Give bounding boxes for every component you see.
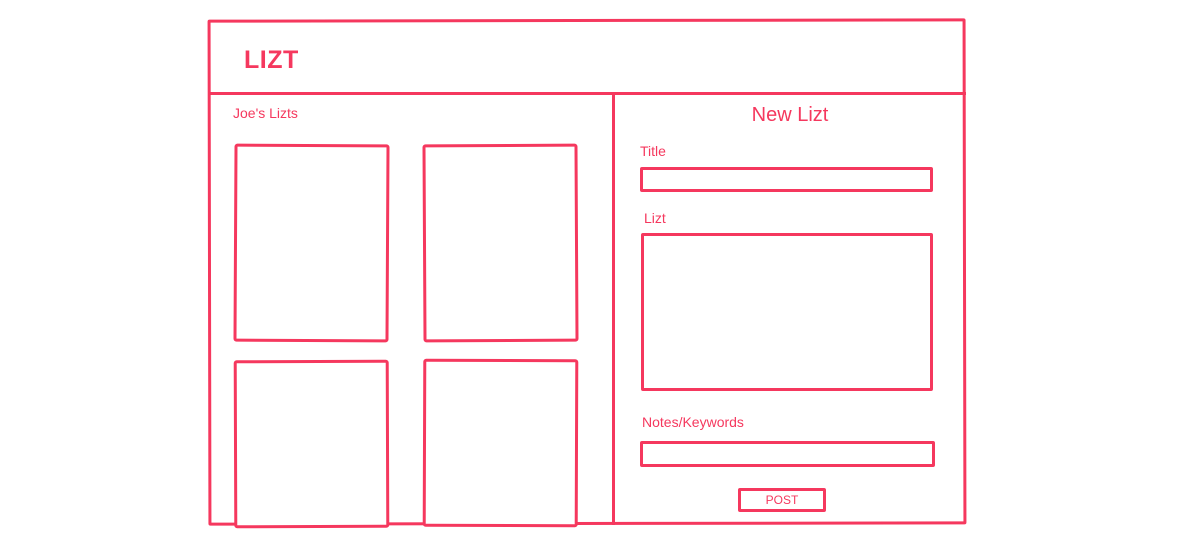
new-lizt-heading: New Lizt [751, 104, 829, 126]
post-button[interactable]: POST [738, 488, 826, 512]
lizt-textarea[interactable] [641, 233, 933, 391]
app-header [208, 19, 966, 95]
lizt-card[interactable] [233, 143, 390, 343]
lizts-panel-heading: Joe's Lizts [233, 105, 298, 121]
wireframe-canvas: LIZT Joe's Lizts New Lizt Title Lizt Not… [0, 0, 1200, 550]
notes-keywords-label: Notes/Keywords [642, 414, 744, 430]
lizt-card[interactable] [233, 359, 390, 529]
panel-divider [612, 93, 615, 525]
lizt-card[interactable] [422, 358, 579, 528]
title-input[interactable] [640, 167, 933, 192]
app-logo[interactable]: LIZT [244, 46, 299, 75]
title-label: Title [640, 143, 666, 159]
lizt-card[interactable] [422, 143, 579, 343]
notes-keywords-input[interactable] [640, 441, 935, 467]
lizt-label: Lizt [644, 210, 666, 226]
